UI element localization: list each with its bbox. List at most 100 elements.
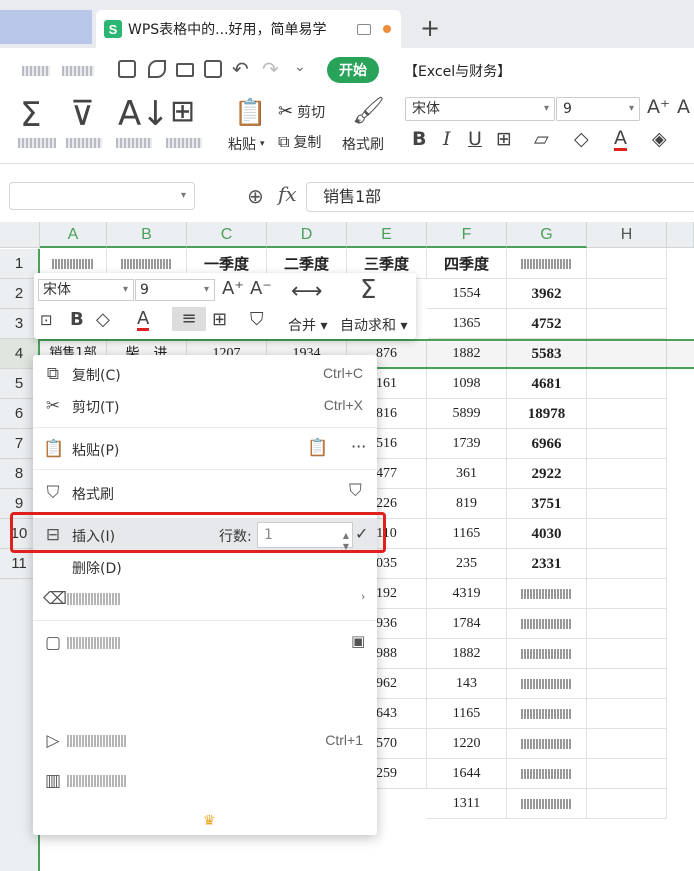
eraser-icon[interactable]: ◈: [652, 128, 667, 150]
cell-f12[interactable]: 4319: [427, 579, 507, 609]
name-box[interactable]: ▾: [9, 182, 195, 210]
cell-g19[interactable]: x: [507, 789, 587, 819]
cell-style-icon[interactable]: ▱: [534, 128, 549, 150]
cell-f14[interactable]: 1882: [427, 639, 507, 669]
cell-h17[interactable]: [587, 729, 667, 759]
start-tab-button[interactable]: 开始: [327, 57, 379, 83]
border-icon[interactable]: ⊞: [212, 309, 227, 330]
cut-button[interactable]: ✂ 剪切: [278, 101, 325, 122]
cell-h1[interactable]: [587, 249, 667, 279]
cell-f10[interactable]: 1165: [427, 519, 507, 549]
cell-f9[interactable]: 819: [427, 489, 507, 519]
font-size-select[interactable]: 9 ▾: [556, 97, 640, 121]
cell-h18[interactable]: [587, 759, 667, 789]
bold-icon[interactable]: B: [70, 309, 84, 330]
menu-item-paste[interactable]: 📋 粘贴(P) 📋 ···: [33, 433, 377, 465]
menu-item-copy[interactable]: ⧉ 复制(C) Ctrl+C: [33, 358, 377, 390]
cell-f6[interactable]: 5899: [427, 399, 507, 429]
increase-font-icon[interactable]: A⁺: [647, 96, 670, 118]
col-header-a[interactable]: A: [40, 222, 107, 248]
mini-font-select[interactable]: 宋体 ▾: [38, 279, 134, 301]
home-tab-area[interactable]: [0, 10, 92, 44]
mini-size-select[interactable]: 9 ▾: [135, 279, 215, 301]
rows-count-input[interactable]: 1 ▲ ▼: [257, 522, 353, 551]
cell-g7[interactable]: 6966: [507, 429, 587, 459]
cell-g6[interactable]: 18978: [507, 399, 587, 429]
cell-f16[interactable]: 1165: [427, 699, 507, 729]
cell-g5[interactable]: 4681: [507, 369, 587, 399]
align-icon[interactable]: ≡: [172, 307, 206, 331]
col-header-d[interactable]: D: [267, 222, 347, 248]
zoom-icon[interactable]: ⊕: [247, 184, 264, 208]
col-header-b[interactable]: B: [107, 222, 187, 248]
font-color-icon[interactable]: A: [614, 128, 627, 151]
menu-item-format-painter[interactable]: ⛉ 格式刷 ⛉: [33, 477, 377, 509]
col-header-f[interactable]: F: [427, 222, 507, 248]
cell-h19[interactable]: [587, 789, 667, 819]
cell-g9[interactable]: 3751: [507, 489, 587, 519]
cell-h16[interactable]: [587, 699, 667, 729]
cell-h15[interactable]: [587, 669, 667, 699]
cell-g11[interactable]: 2331: [507, 549, 587, 579]
col-header-i[interactable]: [667, 222, 694, 248]
blurred-menu-file[interactable]: [22, 66, 50, 76]
format-painter-pin-icon[interactable]: ⛉: [349, 481, 362, 501]
format-painter-icon[interactable]: ⛉: [250, 309, 264, 330]
document-tab[interactable]: S WPS表格中的...好用，简单易学: [96, 10, 401, 48]
cell-g3[interactable]: 4752: [507, 309, 587, 339]
font-name-select[interactable]: 宋体 ▾: [405, 97, 555, 121]
cell-g1[interactable]: x: [507, 249, 587, 279]
cell-f15[interactable]: 143: [427, 669, 507, 699]
cell-g13[interactable]: x: [507, 609, 587, 639]
paste-more-button[interactable]: ···: [351, 437, 366, 456]
paste-icon[interactable]: 📋: [234, 98, 266, 128]
menu-item-format-cells[interactable]: ▷ Ctrl+1: [33, 725, 377, 757]
monitor-icon[interactable]: [357, 23, 371, 35]
menu-item-cut[interactable]: ✂ 剪切(T) Ctrl+X: [33, 390, 377, 422]
fill-icon[interactable]: ⊞: [170, 94, 195, 129]
col-header-e[interactable]: E: [347, 222, 427, 248]
cell-h7[interactable]: [587, 429, 667, 459]
autosum-icon[interactable]: Σ: [360, 275, 376, 305]
undo-icon[interactable]: ↶: [232, 57, 249, 81]
cell-g10[interactable]: 4030: [507, 519, 587, 549]
cell-f1[interactable]: 四季度: [427, 249, 507, 279]
cell-f11[interactable]: 235: [427, 549, 507, 579]
cell-g17[interactable]: x: [507, 729, 587, 759]
merge-button[interactable]: 合并 ▾: [288, 315, 327, 335]
cell-g4[interactable]: 5583: [507, 339, 587, 369]
cell-g2[interactable]: 3962: [507, 279, 587, 309]
cell-f7[interactable]: 1739: [427, 429, 507, 459]
cell-f3[interactable]: 1365: [427, 309, 507, 339]
wrap-icon[interactable]: ⊡: [40, 311, 53, 329]
col-header-h[interactable]: H: [587, 222, 667, 248]
decrease-font-icon[interactable]: A: [677, 96, 690, 118]
cell-f19[interactable]: 1311: [427, 789, 507, 819]
cell-f5[interactable]: 1098: [427, 369, 507, 399]
col-header-g[interactable]: G: [507, 222, 587, 248]
format-painter-button[interactable]: 格式刷: [342, 134, 384, 154]
blurred-menu-view[interactable]: [62, 66, 94, 76]
cell-g16[interactable]: x: [507, 699, 587, 729]
autosum-button[interactable]: 自动求和 ▾: [340, 315, 407, 335]
border-icon[interactable]: ⊞: [496, 128, 512, 150]
new-tab-button[interactable]: +: [420, 14, 440, 42]
cell-h5[interactable]: [587, 369, 667, 399]
cell-g14[interactable]: x: [507, 639, 587, 669]
font-color-icon[interactable]: A: [137, 309, 150, 331]
chevron-down-icon[interactable]: ⌄: [294, 59, 306, 75]
fx-icon[interactable]: fx: [278, 182, 297, 206]
cell-f13[interactable]: 1784: [427, 609, 507, 639]
fill-color-icon[interactable]: ◇: [574, 128, 589, 150]
cell-h14[interactable]: [587, 639, 667, 669]
cell-f2[interactable]: 1554: [427, 279, 507, 309]
cell-f17[interactable]: 1220: [427, 729, 507, 759]
cell-h11[interactable]: [587, 549, 667, 579]
decrease-font-icon[interactable]: A⁻: [250, 278, 272, 299]
underline-icon[interactable]: U: [468, 128, 482, 150]
paste-special-icon[interactable]: 📋: [307, 438, 328, 458]
cell-h6[interactable]: [587, 399, 667, 429]
cell-g18[interactable]: x: [507, 759, 587, 789]
merge-icon[interactable]: ⟷: [291, 279, 323, 304]
format-painter-icon[interactable]: 🖌: [352, 96, 385, 126]
